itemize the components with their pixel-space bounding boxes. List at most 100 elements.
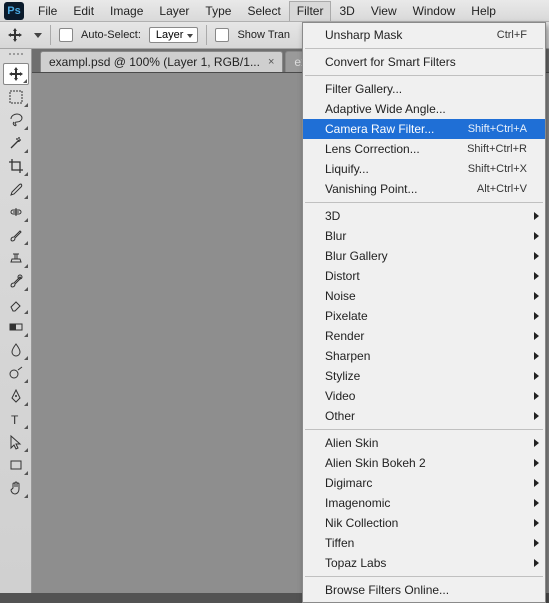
- clone-stamp-tool[interactable]: [3, 247, 29, 269]
- menu-file[interactable]: File: [30, 1, 65, 21]
- submenu-arrow-icon: [534, 292, 539, 300]
- pen-tool[interactable]: [3, 385, 29, 407]
- menu-item-topaz-labs[interactable]: Topaz Labs: [303, 553, 545, 573]
- gradient-tool[interactable]: [3, 316, 29, 338]
- menu-item-imagenomic[interactable]: Imagenomic: [303, 493, 545, 513]
- submenu-arrow-icon: [534, 439, 539, 447]
- eyedropper-tool[interactable]: [3, 178, 29, 200]
- dodge-tool[interactable]: [3, 362, 29, 384]
- menu-item-label: Imagenomic: [325, 496, 390, 510]
- menu-item-shortcut: Shift+Ctrl+X: [468, 163, 527, 175]
- filter-menu-dropdown: Unsharp Mask Ctrl+F Convert for Smart Fil…: [302, 22, 546, 603]
- menu-item-blur[interactable]: Blur: [303, 226, 545, 246]
- menu-item-video[interactable]: Video: [303, 386, 545, 406]
- menu-3d[interactable]: 3D: [331, 1, 362, 21]
- menu-type[interactable]: Type: [197, 1, 239, 21]
- close-tab-icon[interactable]: ×: [268, 56, 274, 68]
- menu-item-label: Alien Skin: [325, 436, 378, 450]
- submenu-arrow-icon: [534, 352, 539, 360]
- submenu-arrow-icon: [534, 519, 539, 527]
- menu-item-digimarc[interactable]: Digimarc: [303, 473, 545, 493]
- tool-preset-dropdown-icon[interactable]: [34, 33, 42, 38]
- menu-item-label: Alien Skin Bokeh 2: [325, 456, 426, 470]
- menu-item-filter-gallery[interactable]: Filter Gallery...: [303, 79, 545, 99]
- marquee-tool[interactable]: [3, 86, 29, 108]
- menu-item-liquify[interactable]: Liquify... Shift+Ctrl+X: [303, 159, 545, 179]
- auto-select-checkbox[interactable]: [59, 28, 73, 42]
- menu-item-label: Noise: [325, 289, 356, 303]
- menu-item-label: Tiffen: [325, 536, 354, 550]
- menu-item-noise[interactable]: Noise: [303, 286, 545, 306]
- menu-item-3d[interactable]: 3D: [303, 206, 545, 226]
- menu-item-vanishing-point[interactable]: Vanishing Point...Alt+Ctrl+V: [303, 179, 545, 199]
- menu-item-lens-correction[interactable]: Lens Correction... Shift+Ctrl+R: [303, 139, 545, 159]
- menu-item-blur-gallery[interactable]: Blur Gallery: [303, 246, 545, 266]
- menu-item-sharpen[interactable]: Sharpen: [303, 346, 545, 366]
- menu-item-label: Stylize: [325, 369, 360, 383]
- menu-separator: [305, 429, 543, 430]
- menu-filter[interactable]: Filter: [289, 1, 332, 21]
- menu-item-pixelate[interactable]: Pixelate: [303, 306, 545, 326]
- healing-brush-tool[interactable]: [3, 201, 29, 223]
- menu-item-stylize[interactable]: Stylize: [303, 366, 545, 386]
- eraser-tool[interactable]: [3, 293, 29, 315]
- menu-item-label: Unsharp Mask: [325, 28, 402, 42]
- menu-item-other[interactable]: Other: [303, 406, 545, 426]
- submenu-arrow-icon: [534, 479, 539, 487]
- menu-item-nik-collection[interactable]: Nik Collection: [303, 513, 545, 533]
- menu-item-tiffen[interactable]: Tiffen: [303, 533, 545, 553]
- menu-item-alien-skin[interactable]: Alien Skin: [303, 433, 545, 453]
- submenu-arrow-icon: [534, 539, 539, 547]
- submenu-arrow-icon: [534, 212, 539, 220]
- menu-item-label: Liquify...: [325, 162, 369, 176]
- path-selection-tool[interactable]: [3, 431, 29, 453]
- panel-grip[interactable]: [4, 53, 28, 59]
- menu-item-camera-raw-filter[interactable]: Camera Raw Filter... Shift+Ctrl+A: [303, 119, 545, 139]
- document-tab-title: exampl.psd @ 100% (Layer 1, RGB/1...: [49, 55, 260, 69]
- menu-separator: [305, 202, 543, 203]
- submenu-arrow-icon: [534, 312, 539, 320]
- menu-item-distort[interactable]: Distort: [303, 266, 545, 286]
- menu-item-unsharp-mask[interactable]: Unsharp Mask Ctrl+F: [303, 25, 545, 45]
- auto-select-label: Auto-Select:: [81, 29, 141, 41]
- magic-wand-tool[interactable]: [3, 132, 29, 154]
- menu-select[interactable]: Select: [239, 1, 288, 21]
- blur-tool[interactable]: [3, 339, 29, 361]
- menu-item-shortcut: Ctrl+F: [497, 29, 527, 41]
- menu-item-adaptive-wide-angle[interactable]: Adaptive Wide Angle...: [303, 99, 545, 119]
- menu-item-label: Lens Correction...: [325, 142, 420, 156]
- menu-item-shortcut: Shift+Ctrl+R: [467, 143, 527, 155]
- crop-tool[interactable]: [3, 155, 29, 177]
- menu-item-label: Pixelate: [325, 309, 368, 323]
- show-transform-checkbox[interactable]: [215, 28, 229, 42]
- menu-item-label: Filter Gallery...: [325, 82, 402, 96]
- auto-select-target-dropdown[interactable]: Layer: [149, 27, 199, 43]
- menu-image[interactable]: Image: [102, 1, 151, 21]
- menu-view[interactable]: View: [363, 1, 405, 21]
- document-tab-active[interactable]: exampl.psd @ 100% (Layer 1, RGB/1... ×: [40, 51, 283, 72]
- history-brush-tool[interactable]: [3, 270, 29, 292]
- menu-item-label: 3D: [325, 209, 340, 223]
- rectangle-tool[interactable]: [3, 454, 29, 476]
- menu-window[interactable]: Window: [405, 1, 464, 21]
- svg-text:T: T: [11, 413, 19, 427]
- menu-item-label: Camera Raw Filter...: [325, 122, 434, 136]
- lasso-tool[interactable]: [3, 109, 29, 131]
- menu-item-label: Vanishing Point...: [325, 182, 418, 196]
- menu-separator: [305, 576, 543, 577]
- menu-item-browse-filters-online[interactable]: Browse Filters Online...: [303, 580, 545, 600]
- submenu-arrow-icon: [534, 232, 539, 240]
- brush-tool[interactable]: [3, 224, 29, 246]
- menu-item-shortcut: Shift+Ctrl+A: [468, 123, 527, 135]
- menu-layer[interactable]: Layer: [151, 1, 197, 21]
- menu-item-alien-skin-bokeh-2[interactable]: Alien Skin Bokeh 2: [303, 453, 545, 473]
- menu-help[interactable]: Help: [463, 1, 504, 21]
- move-tool[interactable]: [3, 63, 29, 85]
- menu-edit[interactable]: Edit: [65, 1, 102, 21]
- type-tool[interactable]: T: [3, 408, 29, 430]
- menu-item-convert-for-smart-filters[interactable]: Convert for Smart Filters: [303, 52, 545, 72]
- hand-tool[interactable]: [3, 477, 29, 499]
- menu-bar: Ps File Edit Image Layer Type Select Fil…: [0, 0, 549, 22]
- menu-item-render[interactable]: Render: [303, 326, 545, 346]
- move-tool-icon[interactable]: [6, 26, 24, 44]
